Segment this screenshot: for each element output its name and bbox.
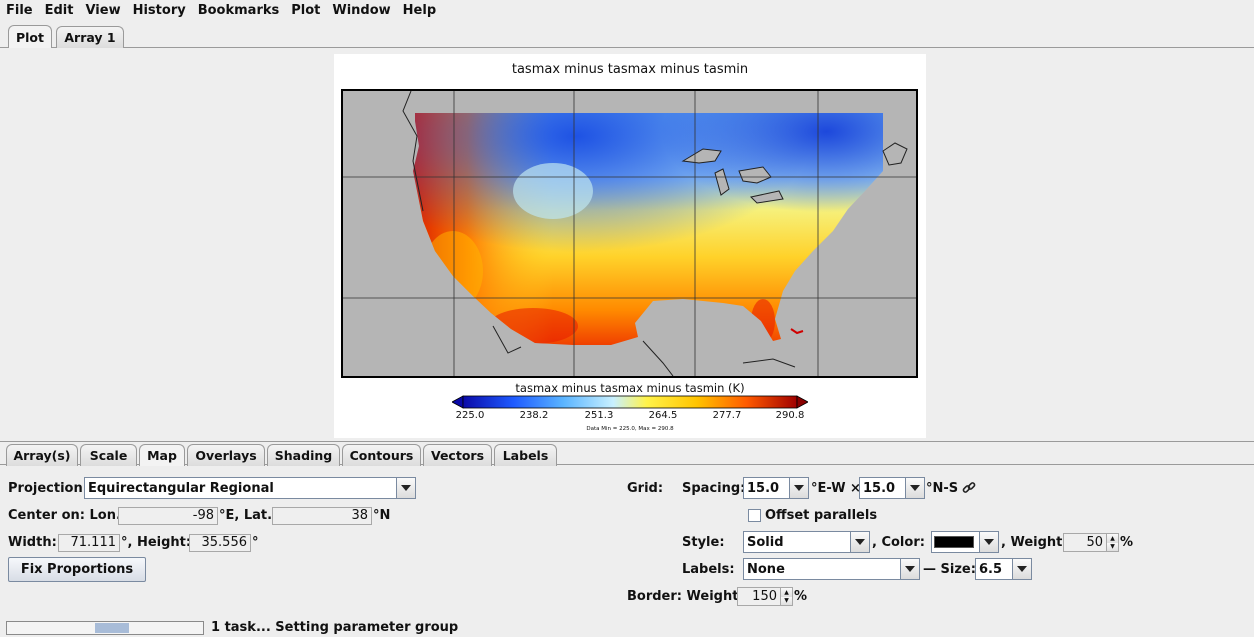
- menu-plot[interactable]: Plot: [291, 3, 320, 18]
- data-minmax-note: Data Min = 225.0, Max = 290.8: [586, 426, 674, 432]
- map-svg: [343, 91, 916, 376]
- menu-window[interactable]: Window: [332, 3, 390, 18]
- colorbar-tick: 290.8: [775, 410, 805, 421]
- height-field[interactable]: 35.556: [189, 534, 251, 552]
- tab-labels[interactable]: Labels: [494, 444, 557, 466]
- status-text: 1 task... Setting parameter group: [211, 620, 459, 635]
- tab-vectors[interactable]: Vectors: [423, 444, 492, 466]
- chevron-down-icon[interactable]: [396, 478, 415, 498]
- style-label: Style:: [682, 535, 725, 550]
- weight-spinner[interactable]: 50 ▲ ▼: [1063, 533, 1119, 552]
- spacing-ew-select[interactable]: 15.0: [743, 477, 809, 499]
- tab-map[interactable]: Map: [139, 444, 185, 466]
- border-weight-value: 150: [752, 589, 777, 604]
- weight-unit-label: %: [1120, 535, 1134, 550]
- size-label: — Size:: [923, 562, 976, 577]
- weight-value: 50: [1086, 535, 1103, 550]
- labels-value: None: [747, 561, 785, 577]
- colorbar-title: tasmax minus tasmax minus tasmin (K): [515, 381, 745, 395]
- ew-unit-label: °E-W ×: [811, 481, 861, 496]
- spinner-up-icon[interactable]: ▲: [1107, 534, 1118, 543]
- link-icon[interactable]: [960, 479, 978, 497]
- center-lat-label: °E, Lat.: [219, 508, 273, 523]
- spacing-label: Spacing:: [682, 481, 746, 496]
- progress-bar: [6, 621, 204, 635]
- menu-bookmarks[interactable]: Bookmarks: [198, 3, 280, 18]
- tab-array-1[interactable]: Array 1: [56, 26, 124, 48]
- chevron-down-icon[interactable]: [900, 559, 919, 579]
- spacing-ew-value: 15.0: [747, 480, 780, 496]
- map-image: [341, 89, 918, 378]
- tab-arrays[interactable]: Array(s): [6, 444, 78, 466]
- height-unit-label: °: [252, 535, 259, 550]
- chevron-down-icon[interactable]: [789, 478, 808, 498]
- settings-tab-bar: Array(s) Scale Map Overlays Shading Cont…: [0, 441, 1254, 466]
- spacing-ns-select[interactable]: 15.0: [859, 477, 925, 499]
- spinner-down-icon[interactable]: ▼: [1107, 542, 1118, 551]
- menu-edit[interactable]: Edit: [45, 3, 74, 18]
- color-label: , Color:: [872, 535, 925, 550]
- border-unit-label: %: [794, 589, 808, 604]
- projection-select[interactable]: Equirectangular Regional: [84, 477, 416, 499]
- border-weight-spinner[interactable]: 150 ▲ ▼: [737, 587, 793, 606]
- tab-contours[interactable]: Contours: [342, 444, 421, 466]
- colorbar-tick: 238.2: [519, 410, 549, 421]
- spinner-up-icon[interactable]: ▲: [781, 588, 792, 597]
- menu-history[interactable]: History: [133, 3, 186, 18]
- colorbar: [452, 395, 808, 409]
- colorbar-tick: 251.3: [584, 410, 614, 421]
- colorbar-tick: 264.5: [648, 410, 678, 421]
- spinner-down-icon[interactable]: ▼: [781, 596, 792, 605]
- border-weight-label: Border: Weight:: [627, 589, 744, 604]
- menu-file[interactable]: File: [6, 3, 33, 18]
- chevron-down-icon[interactable]: [1012, 559, 1031, 579]
- center-lon-label: Center on: Lon.: [8, 508, 121, 523]
- menu-help[interactable]: Help: [403, 3, 436, 18]
- plot-title: tasmax minus tasmax minus tasmin: [511, 62, 749, 77]
- tab-shading[interactable]: Shading: [267, 444, 340, 466]
- color-swatch: [934, 536, 974, 548]
- labels-select[interactable]: None: [743, 558, 920, 580]
- width-field[interactable]: 71.111: [58, 534, 120, 552]
- spacing-ns-value: 15.0: [863, 480, 896, 496]
- width-label: Width:: [8, 535, 57, 550]
- height-label: °, Height:: [121, 535, 192, 550]
- projection-value: Equirectangular Regional: [88, 480, 274, 496]
- menu-view[interactable]: View: [85, 3, 120, 18]
- offset-parallels-label: Offset parallels: [765, 508, 878, 523]
- grid-label: Grid:: [627, 481, 664, 496]
- chevron-down-icon[interactable]: [850, 532, 869, 552]
- top-tab-bar: Plot Array 1: [0, 22, 1254, 48]
- chevron-down-icon[interactable]: [905, 478, 924, 498]
- progress-indicator: [95, 623, 129, 633]
- size-select[interactable]: 6.5: [975, 558, 1032, 580]
- colorbar-tick: 225.0: [455, 410, 485, 421]
- color-select[interactable]: [931, 531, 999, 553]
- labels-label: Labels:: [682, 562, 735, 577]
- ns-unit-label: °N-S: [926, 481, 959, 496]
- tab-plot[interactable]: Plot: [8, 25, 52, 48]
- style-select[interactable]: Solid: [743, 531, 870, 553]
- weight-label: , Weight:: [1001, 535, 1068, 550]
- menubar: File Edit View History Bookmarks Plot Wi…: [0, 0, 1254, 20]
- status-bar: 1 task... Setting parameter group: [0, 619, 1254, 637]
- offset-parallels-checkbox[interactable]: [748, 509, 761, 522]
- colorbar-tick: 277.7: [712, 410, 742, 421]
- tab-overlays[interactable]: Overlays: [187, 444, 265, 466]
- plot-canvas: tasmax minus tasmax minus tasmin tasmax …: [334, 54, 926, 438]
- tab-scale[interactable]: Scale: [80, 444, 137, 466]
- size-value: 6.5: [979, 561, 1003, 577]
- center-lat-field[interactable]: 38: [272, 507, 372, 525]
- center-lon-field[interactable]: -98: [118, 507, 218, 525]
- projection-label: Projection:: [8, 481, 88, 496]
- style-value: Solid: [747, 534, 784, 550]
- lat-unit-label: °N: [373, 508, 391, 523]
- chevron-down-icon[interactable]: [979, 532, 998, 552]
- fix-proportions-button[interactable]: Fix Proportions: [8, 557, 146, 582]
